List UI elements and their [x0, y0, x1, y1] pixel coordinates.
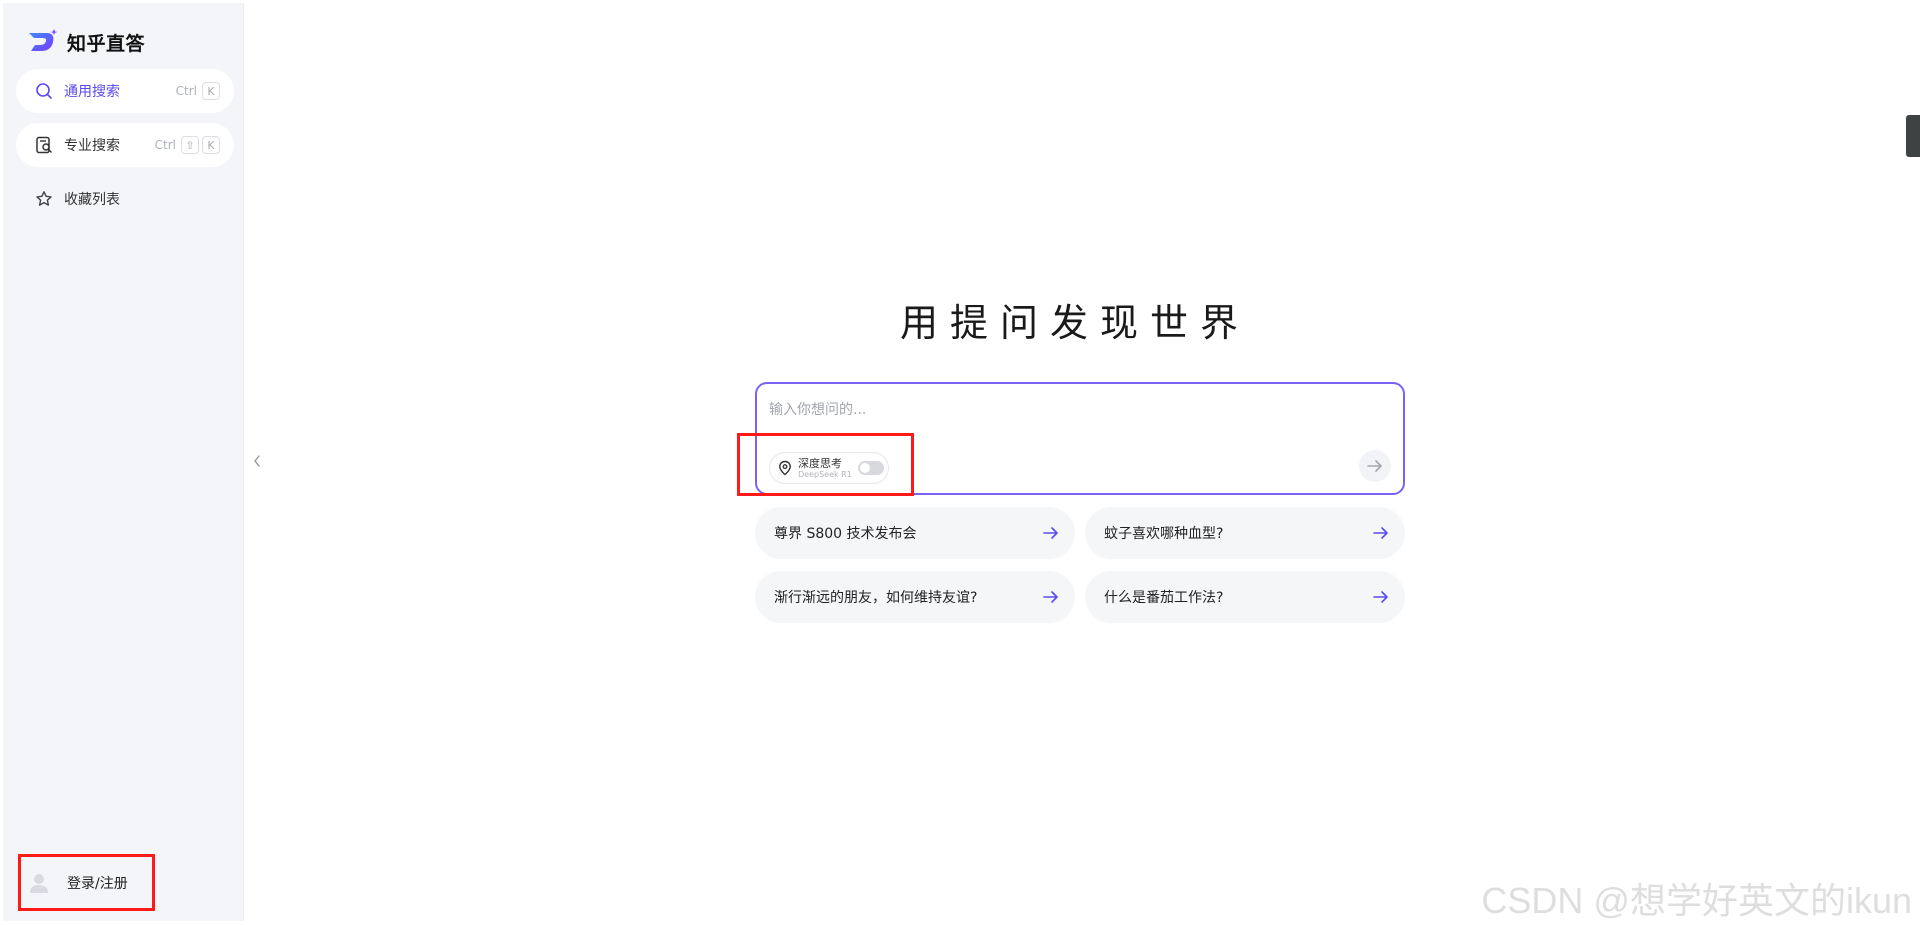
shortcut-key: Ctrl: [175, 84, 197, 98]
page-title: 用提问发现世界: [899, 301, 1250, 345]
shortcut-hint: Ctrl ⇧ K: [155, 136, 220, 154]
shortcut-hint: Ctrl K: [176, 82, 220, 100]
sidebar-item-favorites[interactable]: 收藏列表: [16, 177, 234, 221]
suggestion-card[interactable]: 什么是番茄工作法?: [1085, 571, 1405, 623]
login-label: 登录/注册: [67, 876, 128, 892]
suggestion-label: 蚊子喜欢哪种血型?: [1104, 526, 1224, 542]
arrow-right-icon: [1373, 590, 1389, 604]
arrow-right-icon: [1043, 590, 1059, 604]
toggle-switch[interactable]: [857, 461, 884, 475]
deep-think-text: 深度思考 DeepSeek R1: [798, 458, 852, 479]
sidebar-item-general-search[interactable]: 通用搜索 Ctrl K: [16, 69, 234, 113]
deep-think-subtitle: DeepSeek R1: [798, 469, 852, 479]
search-icon: [34, 81, 54, 101]
avatar-icon: [30, 874, 48, 893]
doc-search-icon: [34, 135, 54, 155]
login-button[interactable]: 登录/注册: [27, 871, 128, 895]
sidebar-item-label: 通用搜索: [64, 84, 120, 100]
zhihu-logo-icon: [29, 29, 58, 51]
shortcut-key: Ctrl: [154, 138, 176, 152]
suggestion-label: 渐行渐远的朋友，如何维持友谊?: [774, 590, 978, 606]
sidebar: 知乎直答 通用搜索 Ctrl K 专业搜索 Ctrl ⇧ K 收藏列表 登录/注…: [3, 3, 244, 921]
arrow-right-icon: [1367, 460, 1382, 472]
deep-think-title: 深度思考: [798, 456, 842, 470]
star-icon: [34, 189, 54, 209]
suggestion-label: 什么是番茄工作法?: [1104, 590, 1224, 606]
suggestion-label: 尊界 S800 技术发布会: [774, 526, 917, 542]
watermark: CSDN @想学好英文的ikun: [1481, 880, 1912, 921]
suggestion-card[interactable]: 尊界 S800 技术发布会: [755, 507, 1075, 559]
suggestion-card[interactable]: 渐行渐远的朋友，如何维持友谊?: [755, 571, 1075, 623]
chevron-left-icon: [254, 455, 260, 467]
send-button[interactable]: [1359, 450, 1391, 482]
sidebar-item-pro-search[interactable]: 专业搜索 Ctrl ⇧ K: [16, 123, 234, 167]
arrow-right-icon: [1373, 526, 1389, 540]
toggle-knob: [859, 463, 870, 473]
sidebar-item-label: 专业搜索: [64, 138, 120, 154]
side-panel-handle[interactable]: [1906, 115, 1920, 157]
arrow-right-icon: [1043, 526, 1059, 540]
question-input[interactable]: [769, 396, 1369, 424]
shortcut-key: K: [202, 82, 220, 100]
brand-name: 知乎直答: [67, 32, 146, 55]
shortcut-key: ⇧: [181, 136, 199, 154]
sidebar-item-label: 收藏列表: [64, 192, 120, 208]
shortcut-key: K: [202, 136, 220, 154]
suggestion-card[interactable]: 蚊子喜欢哪种血型?: [1085, 507, 1405, 559]
brand[interactable]: 知乎直答: [27, 27, 145, 57]
sidebar-collapse-toggle[interactable]: [250, 451, 264, 471]
ask-box: 深度思考 DeepSeek R1: [755, 382, 1405, 495]
deep-think-toggle[interactable]: 深度思考 DeepSeek R1: [769, 452, 889, 484]
location-pin-icon: [779, 460, 791, 476]
